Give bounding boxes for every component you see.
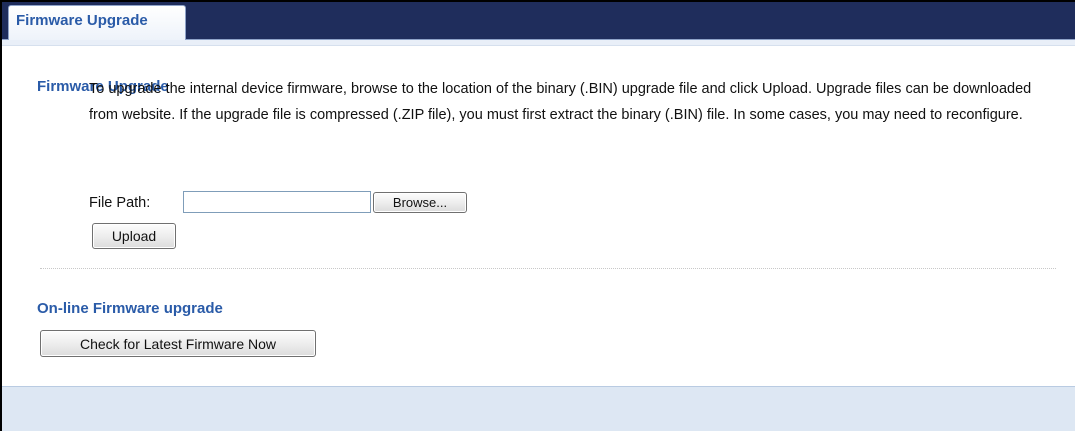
check-latest-firmware-button[interactable]: Check for Latest Firmware Now	[40, 330, 316, 357]
tab-underline	[2, 40, 1075, 46]
firmware-upgrade-panel: Firmware Upgrade Firmware Upgrade To upg…	[0, 0, 1075, 431]
upload-button[interactable]: Upload	[92, 223, 176, 249]
tab-firmware-upgrade[interactable]: Firmware Upgrade	[8, 5, 186, 40]
browse-button[interactable]: Browse...	[373, 192, 467, 213]
tab-bar: Firmware Upgrade	[2, 2, 1075, 40]
file-path-label: File Path:	[89, 195, 151, 211]
online-firmware-section-title: On-line Firmware upgrade	[37, 300, 223, 317]
section-divider	[40, 268, 1056, 269]
file-path-input[interactable]	[183, 191, 371, 213]
firmware-upgrade-description: To upgrade the internal device firmware,…	[89, 81, 1032, 123]
footer-band	[2, 386, 1075, 431]
